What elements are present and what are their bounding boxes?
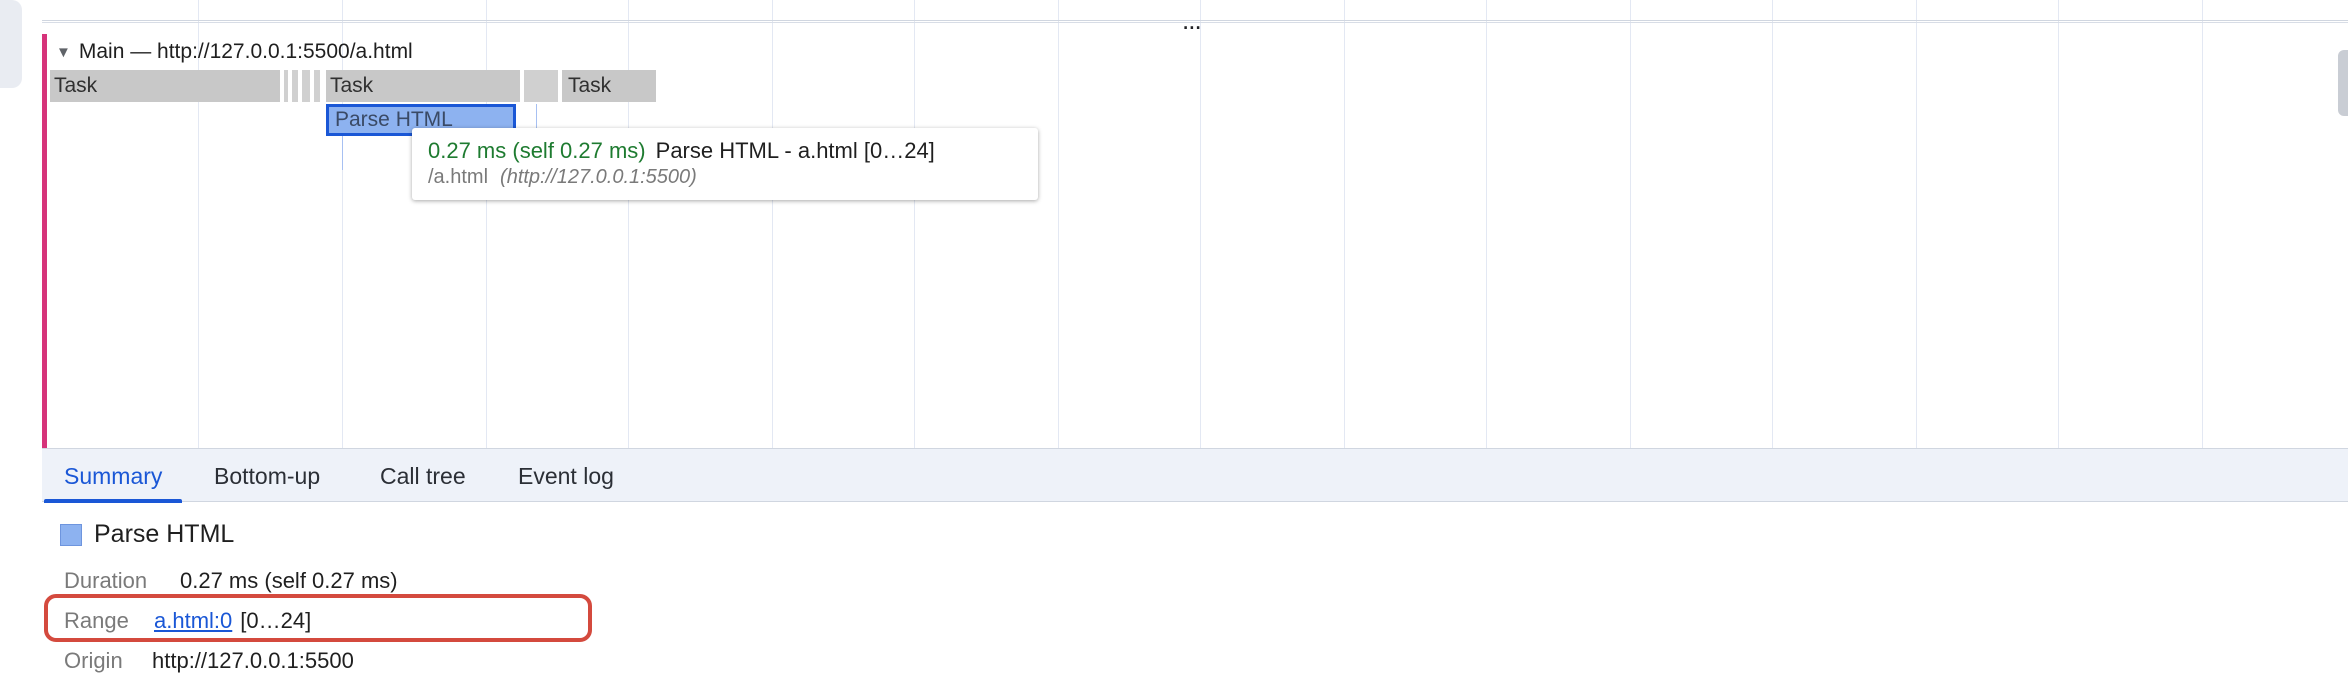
task-bar[interactable]: [292, 70, 298, 102]
origin-value: http://127.0.0.1:5500: [152, 648, 354, 673]
duration-row: Duration 0.27 ms (self 0.27 ms): [64, 568, 398, 594]
grid-line: [1058, 0, 1059, 448]
task-bar[interactable]: Task: [326, 70, 520, 102]
grid-line: [1916, 0, 1917, 448]
tooltip-origin: (http://127.0.0.1:5500): [500, 166, 697, 188]
tab-summary[interactable]: Summary: [44, 449, 183, 503]
event-tick: [342, 136, 343, 170]
track-marker: [42, 34, 47, 448]
grid-line: [1200, 0, 1201, 448]
task-label: Task: [568, 74, 612, 97]
origin-row: Origin http://127.0.0.1:5500: [64, 648, 354, 674]
grid-line: [628, 0, 629, 448]
tooltip-file: /a.html: [428, 166, 489, 188]
task-bar[interactable]: [284, 70, 288, 102]
duration-value: 0.27 ms (self 0.27 ms): [180, 568, 398, 593]
grid-line: [2058, 0, 2059, 448]
task-bar[interactable]: [524, 70, 558, 102]
event-color-swatch: [60, 523, 82, 546]
tab-event-log[interactable]: Event log: [498, 449, 634, 503]
task-bar[interactable]: Task: [562, 70, 656, 102]
grid-line: [914, 0, 915, 448]
range-highlight-annotation: [44, 594, 592, 642]
sidebar-handle[interactable]: [0, 0, 22, 88]
task-bar[interactable]: [302, 70, 310, 102]
grid-line: [1486, 0, 1487, 448]
grid-line: [772, 0, 773, 448]
task-bar[interactable]: [314, 70, 320, 102]
task-bar[interactable]: Task: [50, 70, 280, 102]
origin-label: Origin: [64, 648, 123, 673]
summary-title: Parse HTML: [60, 520, 234, 549]
task-label: Task: [330, 74, 374, 97]
grid-line: [1772, 0, 1773, 448]
tooltip-title: Parse HTML - a.html [0…24]: [655, 138, 935, 163]
grid-line: [1630, 0, 1631, 448]
expand-triangle-icon[interactable]: ▼: [56, 44, 71, 61]
duration-label: Duration: [64, 568, 148, 593]
summary-event-name: Parse HTML: [94, 520, 235, 548]
task-label: Task: [54, 74, 98, 97]
event-tooltip: 0.27 ms (self 0.27 ms) Parse HTML - a.htm…: [412, 128, 1038, 200]
details-panel: Summary Bottom-up Call tree Event log Pa…: [42, 448, 2348, 694]
tab-bottom-up[interactable]: Bottom-up: [194, 449, 340, 503]
tooltip-timing: 0.27 ms (self 0.27 ms): [428, 138, 646, 163]
scrollbar-thumb[interactable]: [2338, 50, 2348, 116]
more-handle[interactable]: ...: [1182, 7, 1202, 33]
track-title: Main — http://127.0.0.1:5500/a.html: [78, 40, 413, 63]
track-header[interactable]: ▼ Main — http://127.0.0.1:5500/a.html: [56, 38, 413, 66]
grid-line: [486, 0, 487, 448]
grid-line: [2202, 0, 2203, 448]
tab-call-tree[interactable]: Call tree: [360, 449, 486, 503]
grid-line: [1344, 0, 1345, 448]
grid-line: [198, 0, 199, 448]
grid-line: [342, 0, 343, 448]
flame-chart[interactable]: ... ▼ Main — http://127.0.0.1:5500/a.htm…: [42, 0, 2348, 448]
tab-bar: Summary Bottom-up Call tree Event log: [42, 448, 2348, 503]
